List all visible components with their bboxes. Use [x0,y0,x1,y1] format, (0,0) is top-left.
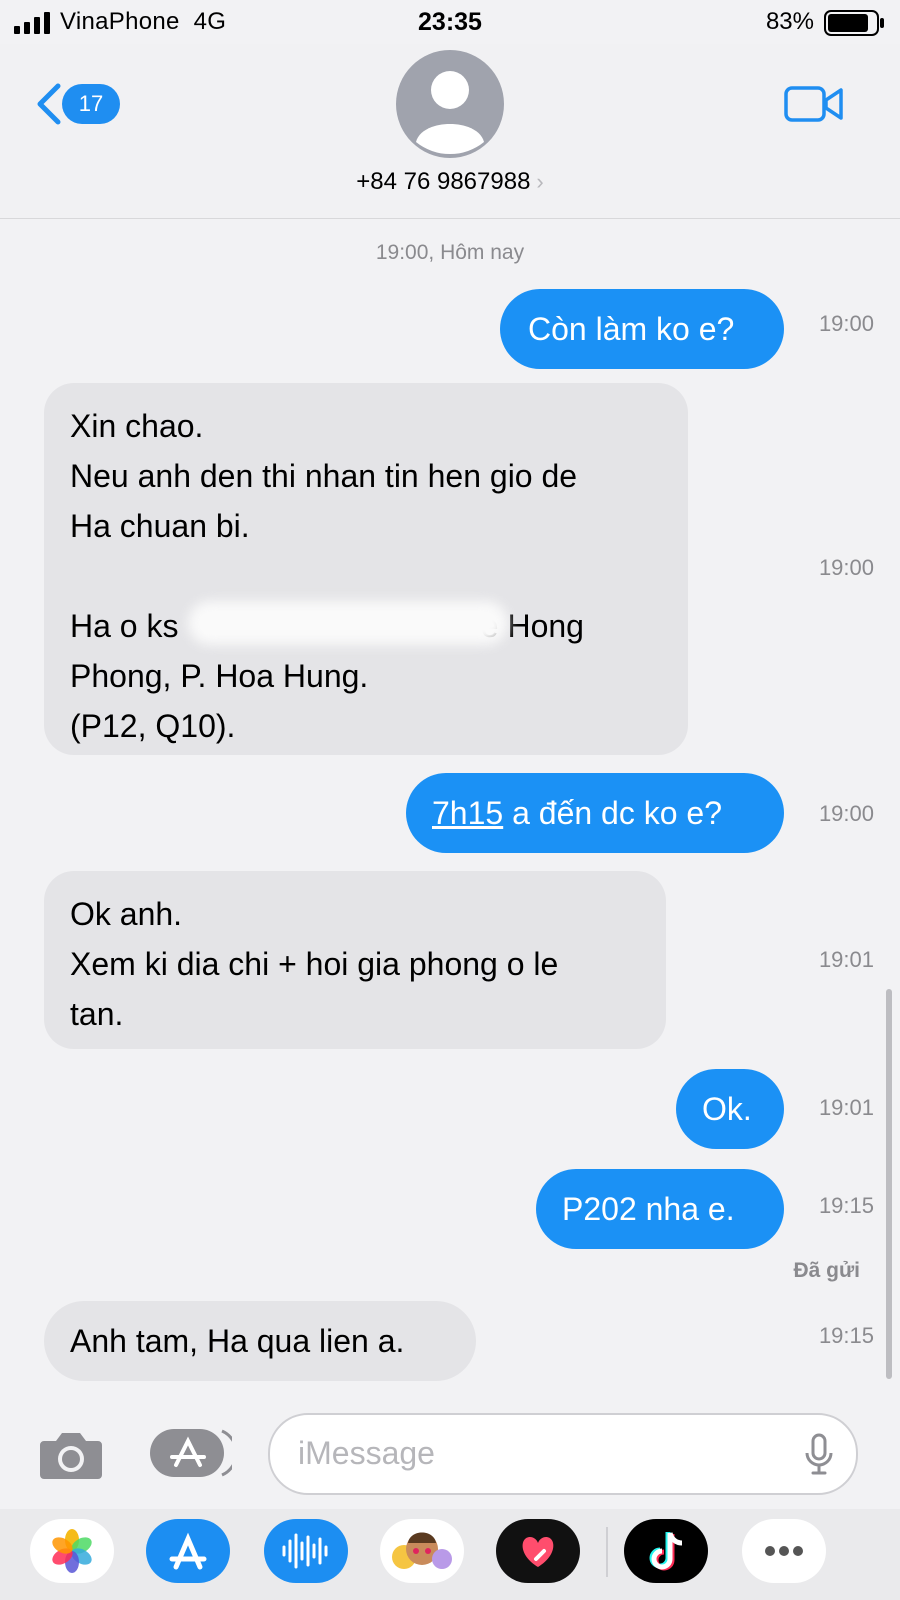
unread-count-badge[interactable]: 17 [62,84,120,124]
battery-icon [824,10,884,36]
message-time: 19:01 [818,947,874,972]
audio-message-icon[interactable] [264,1519,348,1583]
app-store-icon[interactable] [146,1519,230,1583]
microphone-icon[interactable] [804,1433,834,1477]
message-text: Xin chao. Neu anh den thi nhan tin hen g… [70,408,584,744]
status-bar: VinaPhone 4G 23:35 83% [0,0,900,44]
message-time: 19:00 [818,555,874,580]
conversation-header: 17 +84 76 9867988 › [0,44,900,219]
message-time: 19:00 [818,801,874,826]
chevron-right-icon: › [536,169,544,194]
incoming-message[interactable]: Xin chao. Neu anh den thi nhan tin hen g… [44,383,688,755]
digital-touch-icon[interactable] [496,1519,580,1583]
date-separator: 19:00, Hôm nay [375,241,525,264]
message-input[interactable]: iMessage [268,1413,858,1495]
message-time: 19:15 [818,1193,874,1218]
more-icon[interactable] [742,1519,826,1583]
message-text: Ok. [702,1091,752,1127]
battery-percent: 83% [765,8,814,35]
video-call-icon[interactable] [784,84,844,124]
drawer-divider [606,1527,608,1577]
app-drawer [0,1509,900,1600]
delivered-status: Đã gửi [793,1259,860,1282]
contact-avatar-icon[interactable] [396,50,504,158]
tiktok-icon[interactable] [624,1519,708,1583]
message-text: Còn làm ko e? [528,311,735,347]
memoji-icon[interactable] [380,1519,464,1583]
detected-time-link[interactable]: 7h15 [432,795,503,831]
outgoing-message[interactable]: Ok. [676,1069,784,1149]
app-store-button-icon[interactable] [150,1425,232,1481]
message-text: P202 nha e. [562,1191,735,1227]
redacted-blur [188,601,508,645]
incoming-message[interactable]: Ok anh. Xem ki dia chi + hoi gia phong o… [44,871,666,1049]
message-text: Ok anh. Xem ki dia chi + hoi gia phong o… [70,896,559,1032]
message-time: 19:15 [818,1323,874,1348]
incoming-message[interactable]: Anh tam, Ha qua lien a. [44,1301,476,1381]
input-placeholder: iMessage [298,1435,435,1471]
message-text: Anh tam, Ha qua lien a. [70,1323,405,1359]
camera-icon[interactable] [38,1429,104,1481]
contact-number: +84 76 9867988 [356,168,531,195]
message-time: 19:00 [818,311,874,336]
back-chevron-icon[interactable] [34,82,64,126]
outgoing-message[interactable]: Còn làm ko e? [500,289,784,369]
photos-icon[interactable] [30,1519,114,1583]
outgoing-message[interactable]: 7h15 a đến dc ko e? [406,773,784,853]
message-time: 19:01 [818,1095,874,1120]
scrollbar[interactable] [886,989,892,1379]
message-list[interactable]: 19:00, Hôm nay Còn làm ko e? 19:00 Xin c… [0,219,900,1401]
outgoing-message[interactable]: P202 nha e. [536,1169,784,1249]
message-text: a đến dc ko e? [503,795,723,831]
contact-name[interactable]: +84 76 9867988 › [0,168,900,196]
compose-bar: iMessage [0,1401,900,1509]
